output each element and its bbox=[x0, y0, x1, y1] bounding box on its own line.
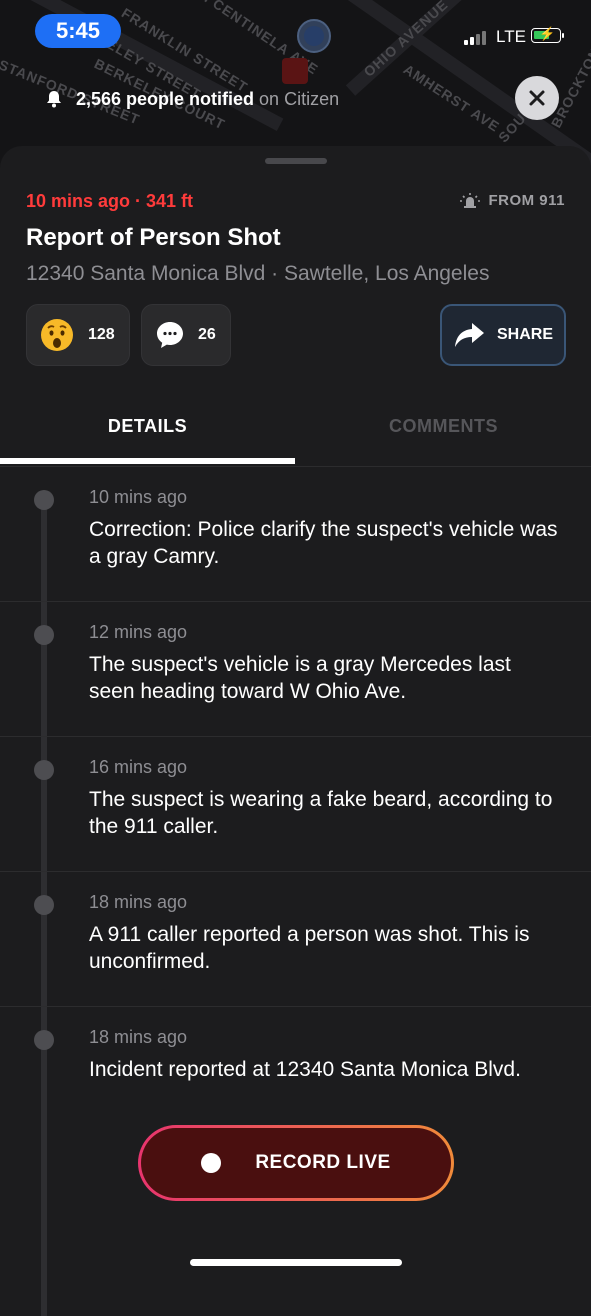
update-item: 12 mins ago The suspect's vehicle is a g… bbox=[0, 601, 591, 737]
notified-count: 2,566 people notified bbox=[76, 88, 255, 109]
update-item: 10 mins ago Correction: Police clarify t… bbox=[0, 466, 591, 602]
incident-address[interactable]: 12340 Santa Monica Blvd · Sawtelle, Los … bbox=[26, 262, 489, 286]
update-text: The suspect is wearing a fake beard, acc… bbox=[89, 788, 553, 838]
comment-bubble-icon bbox=[157, 322, 183, 348]
record-live-button[interactable]: RECORD LIVE bbox=[138, 1125, 454, 1201]
update-text: A 911 caller reported a person was shot.… bbox=[89, 923, 530, 973]
signal-strength-icon bbox=[464, 31, 494, 45]
wow-emoji-icon bbox=[41, 319, 73, 351]
siren-icon bbox=[460, 192, 481, 208]
update-text: Incident reported at 12340 Santa Monica … bbox=[89, 1058, 521, 1081]
network-label: LTE bbox=[496, 27, 526, 46]
tab-details[interactable]: DETAILS bbox=[0, 416, 295, 437]
close-icon bbox=[529, 90, 545, 106]
update-item: 16 mins ago The suspect is wearing a fak… bbox=[0, 736, 591, 872]
share-arrow-icon bbox=[454, 323, 484, 347]
incident-source-label: FROM 911 bbox=[488, 192, 565, 209]
wow-count: 128 bbox=[88, 326, 115, 343]
share-label: SHARE bbox=[496, 326, 553, 343]
comment-count-button[interactable]: 26 bbox=[141, 304, 231, 366]
incident-sheet: 10 mins ago · 341 ft FROM 911 Report of … bbox=[0, 146, 591, 1316]
notified-suffix: on Citizen bbox=[259, 88, 340, 109]
tab-comments[interactable]: COMMENTS bbox=[296, 416, 591, 437]
timeline-dot bbox=[34, 760, 54, 780]
home-indicator[interactable] bbox=[190, 1259, 402, 1266]
bell-icon bbox=[47, 91, 61, 108]
battery-charging-icon: ⚡ bbox=[531, 26, 564, 43]
map-header[interactable]: STANFORD STREET BERKELEY STREET FRANKLIN… bbox=[0, 0, 591, 170]
update-text: The suspect's vehicle is a gray Mercedes… bbox=[89, 653, 511, 703]
status-bar: 5:45 LTE ⚡ bbox=[0, 0, 591, 60]
timeline-dot bbox=[34, 625, 54, 645]
incident-marker[interactable] bbox=[282, 58, 308, 84]
update-time: 16 mins ago bbox=[89, 757, 188, 777]
sheet-grabber[interactable] bbox=[265, 158, 327, 164]
timeline-dot bbox=[34, 490, 54, 510]
wow-reaction-button[interactable]: 128 bbox=[26, 304, 130, 366]
comment-count: 26 bbox=[198, 326, 216, 343]
incident-title: Report of Person Shot bbox=[26, 224, 281, 251]
notified-banner: 2,566 people notified on Citizen bbox=[44, 86, 339, 112]
update-item: 18 mins ago Incident reported at 12340 S… bbox=[0, 1006, 591, 1141]
share-button[interactable]: SHARE bbox=[440, 304, 566, 366]
timeline-dot bbox=[34, 895, 54, 915]
update-time: 18 mins ago bbox=[89, 1027, 188, 1047]
update-time: 18 mins ago bbox=[89, 892, 188, 912]
update-time: 12 mins ago bbox=[89, 622, 188, 642]
close-button[interactable] bbox=[515, 76, 559, 120]
record-live-label: RECORD LIVE bbox=[255, 1152, 391, 1173]
incident-meta: 10 mins ago · 341 ft bbox=[26, 191, 194, 211]
active-tab-indicator bbox=[0, 458, 295, 464]
record-dot-icon bbox=[201, 1153, 222, 1173]
update-text: Correction: Police clarify the suspect's… bbox=[89, 518, 558, 568]
status-time: 5:45 bbox=[35, 14, 121, 48]
update-item: 18 mins ago A 911 caller reported a pers… bbox=[0, 871, 591, 1007]
tab-bar: DETAILS COMMENTS bbox=[0, 400, 591, 467]
timeline-dot bbox=[34, 1030, 54, 1050]
update-time: 10 mins ago bbox=[89, 487, 188, 507]
incident-source: FROM 911 bbox=[460, 192, 565, 209]
